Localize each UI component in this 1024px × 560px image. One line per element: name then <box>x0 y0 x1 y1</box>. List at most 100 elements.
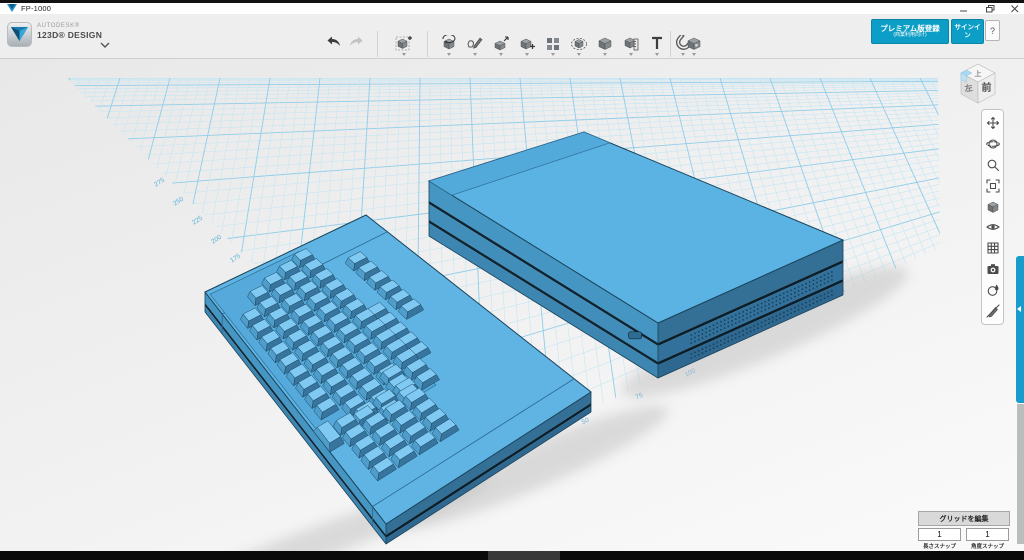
toolbar-separator <box>427 31 428 57</box>
magnifier-icon <box>986 158 1000 172</box>
view-cube-front-label[interactable]: 前 <box>982 81 992 94</box>
angle-snap-label: 角度スナップ <box>966 542 1009 550</box>
dropdown-caret-icon <box>629 53 633 56</box>
text-tool-button[interactable] <box>645 35 668 61</box>
material-icon <box>685 35 703 51</box>
dropdown-caret-icon <box>499 53 503 56</box>
dropdown-caret-icon <box>603 53 607 56</box>
group-tool-button[interactable] <box>567 35 590 61</box>
modeling-tools-group <box>437 35 694 61</box>
orbit-button[interactable] <box>985 136 1001 152</box>
signin-button[interactable]: サインイン <box>951 19 984 44</box>
snapshot-button[interactable] <box>985 261 1001 277</box>
window-title: FP-1000 <box>21 4 51 13</box>
dropdown-caret-icon <box>655 53 659 56</box>
unit-front-button <box>629 332 642 339</box>
side-scroll-track[interactable] <box>1017 404 1024 544</box>
orbit-icon <box>986 137 1000 151</box>
toolbar-separator <box>377 31 378 57</box>
navigation-toolbar <box>981 109 1004 325</box>
app-menu-button[interactable] <box>7 22 32 47</box>
material-tool-button[interactable] <box>682 35 705 61</box>
main-toolbar: AUTODESK® 123D® DESIGN <box>0 14 1024 59</box>
undo-button[interactable] <box>322 35 345 61</box>
material-group <box>682 35 705 61</box>
minimize-button[interactable] <box>956 3 972 14</box>
dropdown-caret-icon <box>447 53 451 56</box>
view-cube-top-label[interactable]: 上 <box>975 69 982 78</box>
view-cube[interactable]: 上 左 前 <box>952 56 1006 108</box>
dropdown-caret-icon <box>692 53 696 56</box>
pan-button[interactable] <box>985 115 1001 131</box>
sketch-visibility-button[interactable] <box>985 303 1001 319</box>
brand-autodesk: AUTODESK® <box>37 23 102 29</box>
history-group <box>322 35 368 61</box>
premium-register-sublabel: (商業利用向け) <box>893 33 926 39</box>
fit-button[interactable] <box>985 178 1001 194</box>
grid-settings-panel: グリッドを編集 長さスナップ 角度スナップ <box>918 511 1010 550</box>
angle-snap-input[interactable] <box>966 528 1009 541</box>
text-icon <box>648 35 666 51</box>
cube-icon <box>986 200 1000 214</box>
edit-grid-button[interactable]: グリッドを編集 <box>918 511 1010 526</box>
app-window: 275250225200175255075100 FP-1000 <box>0 0 1024 560</box>
paint-sphere-icon <box>986 283 1000 297</box>
zoom-button[interactable] <box>985 157 1001 173</box>
transform-icon <box>440 35 458 51</box>
help-label: ? <box>990 26 995 36</box>
signin-label: サインイン <box>952 24 983 40</box>
combine-icon <box>596 35 614 51</box>
3d-viewport[interactable]: 275250225200175255075100 <box>0 0 1024 560</box>
construct-icon <box>492 35 510 51</box>
insert-group <box>392 35 415 61</box>
construct-tool-button[interactable] <box>489 35 512 61</box>
measure-tool-button[interactable] <box>619 35 642 61</box>
parts-panel-tab[interactable] <box>1016 256 1024 403</box>
modify-tool-button[interactable] <box>515 35 538 61</box>
undo-icon <box>325 35 342 48</box>
fit-brackets-icon <box>986 179 1000 193</box>
brand-123d-design: 123D® DESIGN <box>37 31 102 40</box>
pattern-tool-button[interactable] <box>541 35 564 61</box>
screen-bottom-bar <box>0 551 1024 560</box>
dropdown-caret-icon <box>473 53 477 56</box>
sketch-icon <box>466 35 484 51</box>
app-favicon <box>7 4 17 13</box>
eye-icon <box>986 220 1000 234</box>
length-snap-label: 長さスナップ <box>918 542 961 550</box>
redo-icon <box>348 35 365 48</box>
camera-icon <box>986 262 1000 276</box>
panel-expand-arrow-icon <box>1017 306 1021 312</box>
insert-part-icon <box>395 35 413 51</box>
grid-toggle-button[interactable] <box>985 240 1001 256</box>
help-button[interactable]: ? <box>985 20 1000 41</box>
restore-button[interactable] <box>982 3 998 14</box>
taskbar-item-hint <box>488 551 560 560</box>
dropdown-caret-icon <box>577 53 581 56</box>
brand-block: AUTODESK® 123D® DESIGN <box>37 23 102 40</box>
chevron-down-icon[interactable] <box>100 42 110 48</box>
group-icon <box>570 35 588 51</box>
transform-tool-button[interactable] <box>437 35 460 61</box>
grid-icon <box>986 241 1000 255</box>
insert-part-button[interactable] <box>392 35 415 61</box>
material-mode-button[interactable] <box>985 282 1001 298</box>
close-button[interactable] <box>1007 3 1023 14</box>
modify-icon <box>518 35 536 51</box>
dropdown-caret-icon <box>402 53 406 56</box>
sketch-tool-button[interactable] <box>463 35 486 61</box>
view-cube-left-label[interactable]: 左 <box>963 83 973 94</box>
dropdown-caret-icon <box>551 53 555 56</box>
combine-tool-button[interactable] <box>593 35 616 61</box>
dropdown-caret-icon <box>525 53 529 56</box>
visibility-button[interactable] <box>985 219 1001 235</box>
123d-logo-icon <box>11 27 28 42</box>
length-snap-input[interactable] <box>918 528 961 541</box>
view-mode-button[interactable] <box>985 199 1001 215</box>
pattern-icon <box>544 35 562 51</box>
redo-button[interactable] <box>345 35 368 61</box>
pan-icon <box>986 116 1000 130</box>
measure-icon <box>622 35 640 51</box>
premium-register-button[interactable]: プレミアム版登録 (商業利用向け) <box>871 19 949 44</box>
pencil-slash-icon <box>986 304 1000 318</box>
